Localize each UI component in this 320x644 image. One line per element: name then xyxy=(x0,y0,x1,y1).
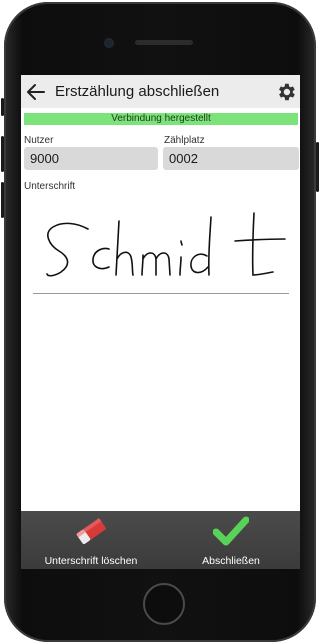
zaehlplatz-field[interactable]: 0002 xyxy=(163,147,299,170)
power-button xyxy=(316,142,319,192)
page-title: Erstzählung abschließen xyxy=(55,83,220,100)
signature-label: Unterschrift xyxy=(24,181,76,192)
finish-label: Abschließen xyxy=(202,555,260,567)
checkmark-icon xyxy=(213,516,249,546)
mute-switch xyxy=(1,98,4,116)
nutzer-label: Nutzer xyxy=(24,135,54,146)
bottom-toolbar: Unterschrift löschen Abschließen xyxy=(21,511,300,569)
connection-status-bar: Verbindung hergestellt xyxy=(24,113,298,125)
home-button[interactable] xyxy=(143,583,185,625)
app-bar: Erstzählung abschließen xyxy=(21,75,300,108)
eraser-icon xyxy=(76,518,106,544)
app-screen: Erstzählung abschließen Verbindung herge… xyxy=(21,75,300,569)
nutzer-field[interactable]: 9000 xyxy=(24,147,158,170)
clear-signature-label: Unterschrift löschen xyxy=(44,555,138,567)
gear-icon[interactable] xyxy=(275,81,297,103)
finish-button[interactable]: Abschließen xyxy=(189,511,273,569)
arrow-left-icon[interactable] xyxy=(26,82,46,102)
front-camera xyxy=(105,39,113,47)
volume-down-button xyxy=(1,182,4,218)
earpiece-speaker xyxy=(135,40,193,45)
volume-up-button xyxy=(1,136,4,172)
signature-baseline xyxy=(33,293,289,294)
zaehlplatz-label: Zählplatz xyxy=(164,135,205,146)
clear-signature-button[interactable]: Unterschrift löschen xyxy=(37,511,145,569)
signature-pad[interactable] xyxy=(21,193,300,295)
